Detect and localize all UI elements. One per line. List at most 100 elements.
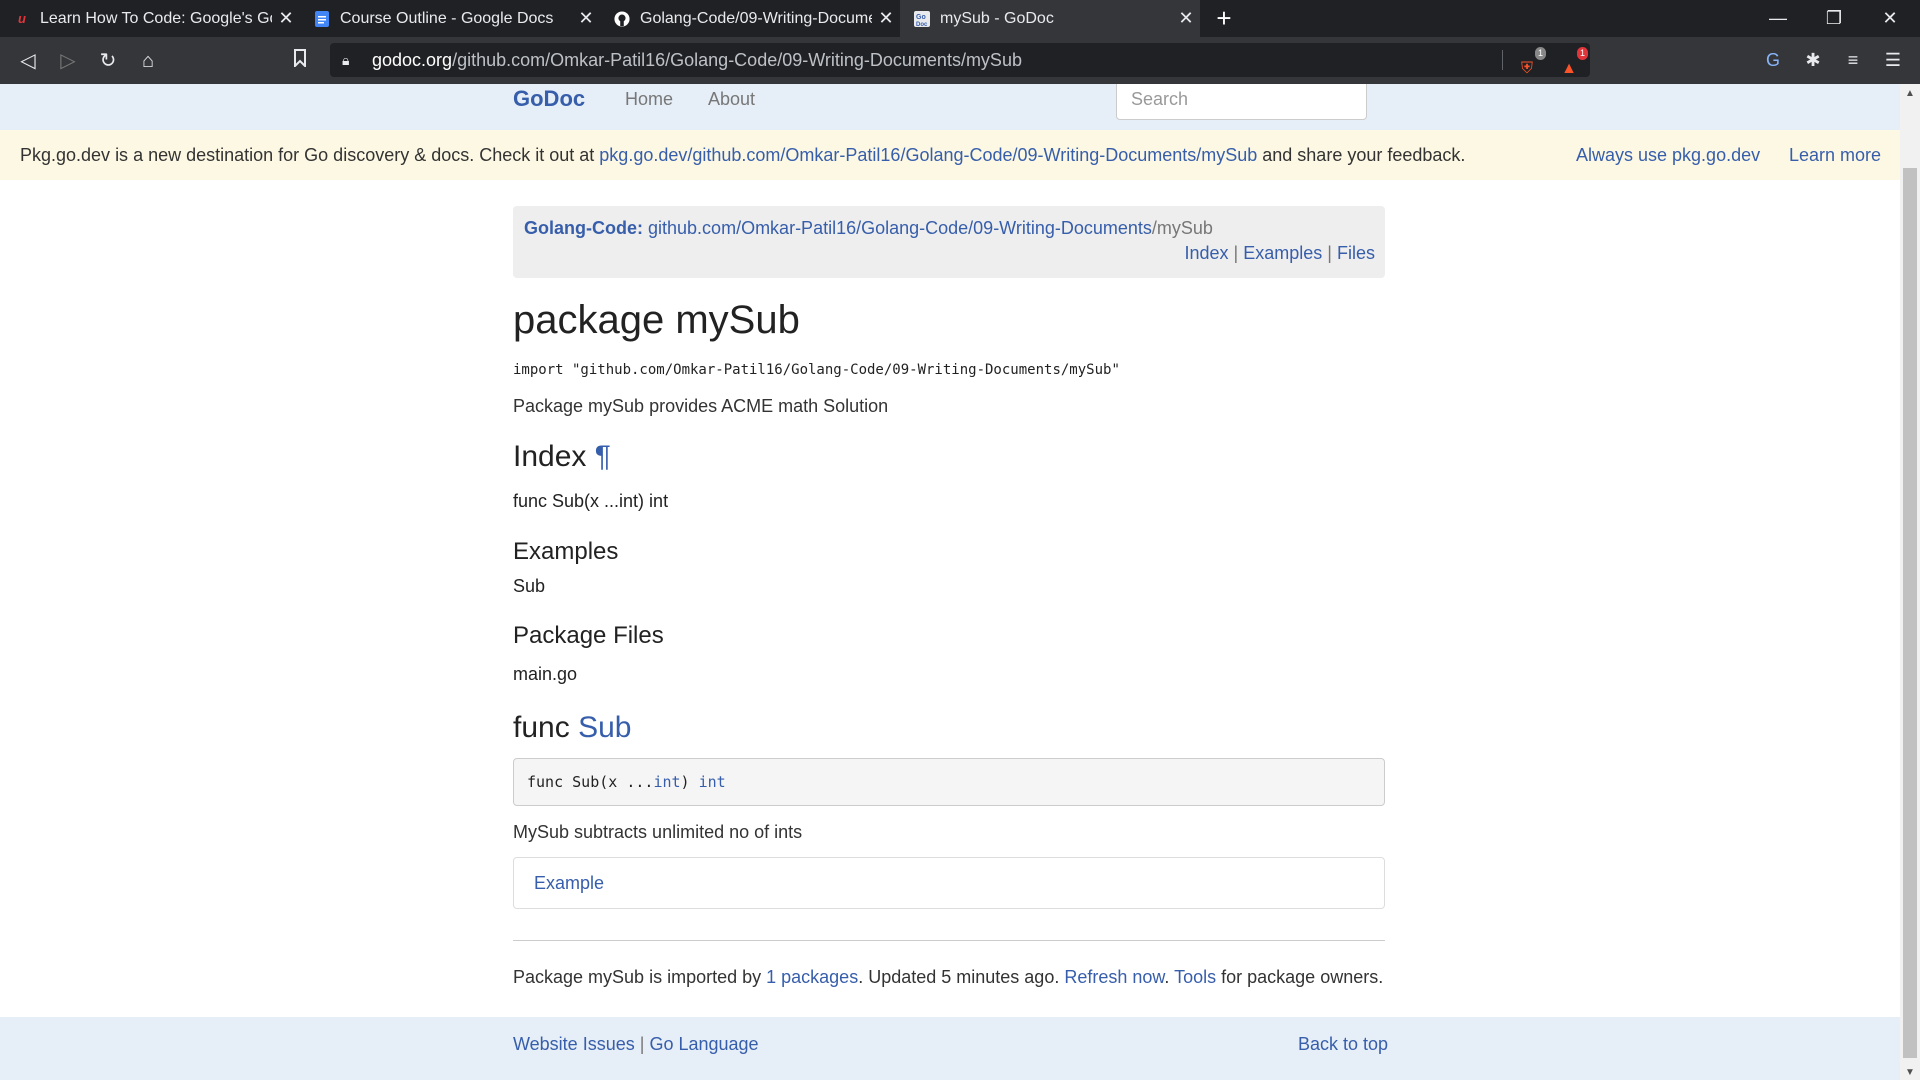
page-viewport: GoDoc Home About Search Pkg.go.dev is a … <box>0 84 1900 1080</box>
refresh-now-link[interactable]: Refresh now <box>1064 967 1164 987</box>
importers-link[interactable]: 1 packages <box>766 967 858 987</box>
sig-return-type-link[interactable]: int <box>699 773 726 791</box>
tab-github[interactable]: Golang-Code/09-Writing-Docume ✕ <box>600 0 900 37</box>
close-tab-icon[interactable]: ✕ <box>1172 8 1200 29</box>
index-func-link[interactable]: func Sub(x ...int) int <box>513 491 1385 512</box>
new-tab-button[interactable]: + <box>1210 4 1238 32</box>
lock-icon: 🔒︎ <box>342 52 350 68</box>
func-doc: MySub subtracts unlimited no of ints <box>513 822 803 842</box>
search-input[interactable]: Search <box>1116 84 1367 120</box>
nav-about[interactable]: About <box>708 89 755 110</box>
breadcrumb: Golang-Code: github.com/Omkar-Patil16/Go… <box>513 206 1385 278</box>
learn-more-link[interactable]: Learn more <box>1789 130 1881 180</box>
scroll-down-icon[interactable]: ▼ <box>1900 1067 1920 1078</box>
func-heading: func Sub <box>513 711 1385 745</box>
tab-title: Course Outline - Google Docs <box>340 9 554 27</box>
brave-shield-icon[interactable]: ⛨ 1 <box>1514 47 1546 77</box>
package-files-heading[interactable]: Package Files <box>513 622 1385 650</box>
separator: | <box>639 1034 645 1054</box>
status-dot: . <box>1164 967 1175 987</box>
minimize-icon[interactable]: — <box>1750 0 1806 37</box>
example-collapsible[interactable]: Example <box>513 857 1385 909</box>
url-text: godoc.org/github.com/Omkar-Patil16/Golan… <box>372 50 1022 70</box>
close-window-icon[interactable]: ✕ <box>1862 0 1918 37</box>
breadcrumb-path-link[interactable]: github.com/Omkar-Patil16/Golang-Code/09-… <box>648 218 1152 238</box>
bookmark-icon[interactable] <box>286 47 314 75</box>
index-heading-text: Index <box>513 440 587 473</box>
tab-title: Learn How To Code: Google's Go ( <box>40 9 272 27</box>
index-heading: Index ¶ <box>513 440 1385 474</box>
home-icon[interactable]: ⌂ <box>134 47 162 75</box>
udemy-icon: u <box>18 11 26 26</box>
playlist-icon[interactable]: ≡ <box>1840 47 1866 73</box>
tools-link[interactable]: Tools <box>1174 967 1216 987</box>
translate-icon[interactable]: G <box>1760 47 1786 73</box>
breadcrumb-tail: /mySub <box>1151 218 1213 238</box>
svg-text:Go: Go <box>916 14 926 21</box>
google-docs-icon <box>314 10 330 27</box>
pilcrow-anchor[interactable]: ¶ <box>595 440 611 473</box>
separator: | <box>1327 243 1332 263</box>
divider <box>1502 50 1503 70</box>
reload-icon[interactable]: ↻ <box>94 47 122 75</box>
package-description: Package mySub provides ACME math Solutio… <box>513 396 889 416</box>
tab-title: Golang-Code/09-Writing-Docume <box>640 9 872 27</box>
banner-text-after: and share your feedback. <box>1257 145 1466 165</box>
pkg-go-dev-banner: Pkg.go.dev is a new destination for Go d… <box>0 130 1900 180</box>
godoc-logo-link[interactable]: GoDoc <box>513 86 585 112</box>
func-signature: func Sub(x ...int) int <box>513 758 1385 806</box>
forward-icon[interactable]: ▷ <box>54 47 82 75</box>
website-issues-link[interactable]: Website Issues <box>513 1034 635 1054</box>
back-to-top-link[interactable]: Back to top <box>1298 1034 1388 1055</box>
func-name-link[interactable]: Sub <box>578 711 631 744</box>
close-tab-icon[interactable]: ✕ <box>572 8 600 29</box>
menu-icon[interactable]: ☰ <box>1880 47 1906 73</box>
svg-text:Doc: Doc <box>916 22 928 27</box>
extensions-icon[interactable]: ✱ <box>1800 47 1826 73</box>
shield-badge: 1 <box>1534 47 1546 60</box>
tab-godoc-active[interactable]: Go Doc mySub - GoDoc ✕ <box>900 0 1200 37</box>
breadcrumb-project-link[interactable]: Golang-Code: <box>524 218 643 238</box>
tab-udemy[interactable]: u Learn How To Code: Google's Go ( ✕ <box>0 0 300 37</box>
always-use-link[interactable]: Always use pkg.go.dev <box>1576 130 1760 180</box>
banner-pkg-link[interactable]: pkg.go.dev/github.com/Omkar-Patil16/Gola… <box>599 145 1257 165</box>
brave-rewards-icon[interactable]: ▲ 1 <box>1556 47 1588 77</box>
tab-title: mySub - GoDoc <box>940 9 1054 27</box>
status-prefix: Package mySub is imported by <box>513 967 767 987</box>
scrollbar-thumb[interactable] <box>1903 168 1917 1058</box>
page-scrollbar[interactable]: ▲ ▼ <box>1900 84 1920 1080</box>
restore-icon[interactable]: ❐ <box>1806 0 1862 37</box>
examples-link[interactable]: Examples <box>1243 243 1322 263</box>
site-navbar: GoDoc Home About Search <box>0 84 1900 130</box>
index-link[interactable]: Index <box>1184 243 1228 263</box>
browser-toolbar: ◁ ▷ ↻ ⌂ 🔒︎ godoc.org/github.com/Omkar-Pa… <box>0 37 1920 84</box>
import-status: Package mySub is imported by 1 packages.… <box>513 967 1385 988</box>
browser-tab-bar: u Learn How To Code: Google's Go ( ✕ Cou… <box>0 0 1920 37</box>
rewards-badge: 1 <box>1576 47 1588 60</box>
file-main-go-link[interactable]: main.go <box>513 664 1385 685</box>
sig-prefix: func Sub(x ... <box>527 773 654 791</box>
go-language-link[interactable]: Go Language <box>649 1034 758 1054</box>
tab-google-docs[interactable]: Course Outline - Google Docs ✕ <box>300 0 600 37</box>
address-bar[interactable]: 🔒︎ godoc.org/github.com/Omkar-Patil16/Go… <box>330 43 1590 77</box>
godoc-icon: Go Doc <box>914 10 930 27</box>
scroll-up-icon[interactable]: ▲ <box>1900 88 1920 99</box>
import-path: import "github.com/Omkar-Patil16/Golang-… <box>513 362 1120 378</box>
github-icon <box>614 10 630 27</box>
site-footer: Website Issues | Go Language Back to top <box>0 1017 1900 1080</box>
sig-type-link[interactable]: int <box>653 773 680 791</box>
separator: | <box>1233 243 1239 263</box>
divider <box>513 940 1385 941</box>
close-tab-icon[interactable]: ✕ <box>272 8 300 29</box>
page-title: package mySub <box>513 298 800 342</box>
example-sub-link[interactable]: Sub <box>513 576 1385 597</box>
example-toggle[interactable]: Example <box>534 873 604 893</box>
status-mid: . Updated 5 minutes ago. <box>858 967 1065 987</box>
status-suffix: for package owners. <box>1216 967 1384 987</box>
close-tab-icon[interactable]: ✕ <box>872 8 900 29</box>
sig-mid: ) <box>680 773 699 791</box>
banner-text: Pkg.go.dev is a new destination for Go d… <box>20 145 600 165</box>
nav-home[interactable]: Home <box>625 89 673 110</box>
files-link[interactable]: Files <box>1337 243 1375 263</box>
back-icon[interactable]: ◁ <box>14 47 42 75</box>
